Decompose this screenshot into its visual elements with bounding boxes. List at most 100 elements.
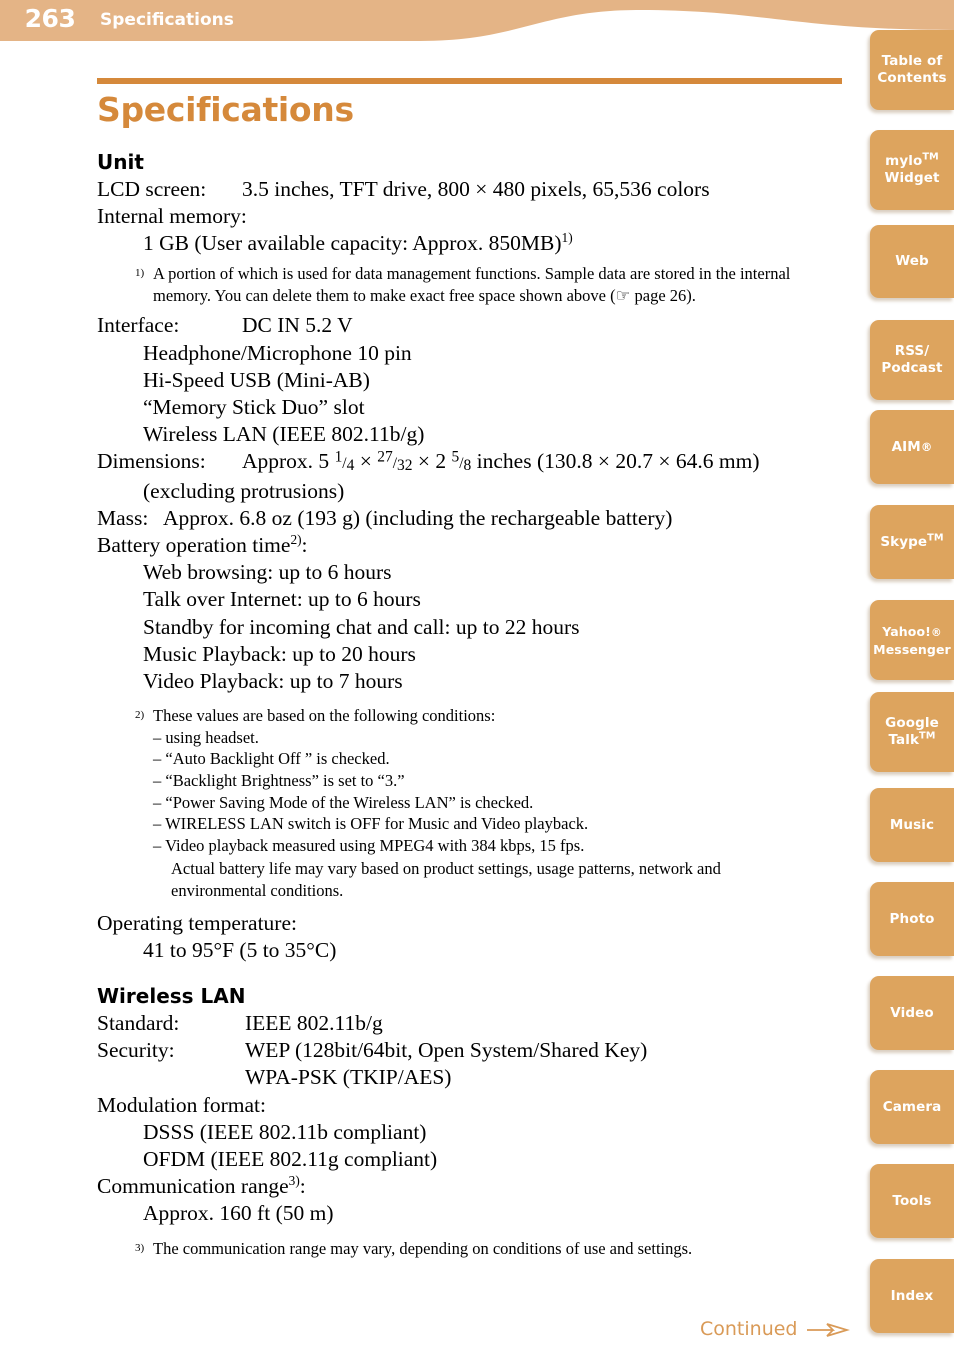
spec-row-lcd-screen: LCD screen: 3.5 inches, TFT drive, 800 × … xyxy=(97,176,842,203)
condition-item: – “Auto Backlight Off ” is checked. xyxy=(153,749,390,769)
tab-label-video: Video xyxy=(890,1004,934,1021)
condition-item: – using headset. xyxy=(153,727,259,747)
spec-label-interface: Interface: xyxy=(97,313,180,338)
spec-value-dimensions: Approx. 5 1/4 × 27/32 × 2 5/8 inches (13… xyxy=(242,449,759,473)
footnote-1-body: A portion of which is used for data mana… xyxy=(135,263,842,306)
interface-item-headphone: Headphone/Microphone 10 pin xyxy=(143,340,412,365)
tab-table-of-contents[interactable]: Table of Contents xyxy=(870,30,954,110)
tab-label-aim: AIM® xyxy=(892,439,933,456)
spec-row-operating-temperature: Operating temperature: xyxy=(97,910,842,937)
tab-line-1: Skype xyxy=(880,533,928,550)
tab-aim[interactable]: AIM® xyxy=(870,410,954,484)
spec-value-lcd-screen: 3.5 inches, TFT drive, 800 × 480 pixels,… xyxy=(242,176,710,201)
footnote-1: 1) A portion of which is used for data m… xyxy=(97,263,842,306)
footnote-3-body: The communication range may vary, depend… xyxy=(153,1238,693,1258)
trademark-icon: TM xyxy=(922,151,939,163)
tab-web[interactable]: Web xyxy=(870,225,954,298)
trademark-icon: TM xyxy=(919,730,936,742)
spec-value-mass: Approx. 6.8 oz (193 g) (including the re… xyxy=(163,505,673,530)
spec-value-standard: IEEE 802.11b/g xyxy=(245,1011,383,1036)
footnote-1-line-1: A portion of which is used for data mana… xyxy=(153,264,695,284)
tab-skype[interactable]: SkypeTM xyxy=(870,505,954,579)
page-content: Specifications Unit LCD screen: 3.5 inche… xyxy=(97,78,842,1265)
tab-line-1: RSS/ xyxy=(894,343,930,359)
tab-video[interactable]: Video xyxy=(870,976,954,1050)
dimensions-note: (excluding protrusions) xyxy=(143,478,345,503)
tab-line-2: Widget xyxy=(884,170,940,186)
commrange-colon: : xyxy=(299,1174,306,1199)
tab-line-2: Podcast xyxy=(881,360,943,376)
page-ref: page 26). xyxy=(630,285,696,305)
spec-value-security-2: WPA-PSK (TKIP/AES) xyxy=(245,1065,452,1090)
battery-item-web-browsing: Web browsing: up to 6 hours xyxy=(143,560,392,585)
running-header: 263 Specifications xyxy=(0,0,954,42)
footnote-2-tail-line-1: Actual battery life may vary based on pr… xyxy=(171,859,721,879)
registered-icon: ® xyxy=(920,439,933,454)
continued-footer: Continued xyxy=(700,1318,850,1340)
spec-label-standard: Standard: xyxy=(97,1011,180,1036)
condition-item: – “Backlight Brightness” is set to “3.” xyxy=(153,771,405,791)
footnote-2-intro: These values are based on the following … xyxy=(153,706,496,726)
footnote-2-marker: 2) xyxy=(135,709,145,722)
section-heading-unit: Unit xyxy=(97,149,144,174)
footnote-3: 3) The communication range may vary, dep… xyxy=(97,1238,842,1260)
fraction-twentyseven-thirtyseconds: 27/32 xyxy=(377,448,413,475)
battery-item-talk-over-internet: Talk over Internet: up to 6 hours xyxy=(143,587,421,612)
footnote-ref-2: 2) xyxy=(290,531,302,547)
condition-item: – Video playback measured using MPEG4 wi… xyxy=(153,835,585,855)
tab-mylo-widget[interactable]: myloTM Widget xyxy=(870,130,954,210)
trademark-icon: TM xyxy=(927,532,944,543)
pointing-hand-icon: ☞ xyxy=(615,285,631,305)
dimensions-suffix: inches (130.8 × 20.7 × 64.6 mm) xyxy=(471,449,760,474)
tab-music[interactable]: Music xyxy=(870,788,954,862)
spec-label-internal-memory: Internal memory: xyxy=(97,203,247,228)
spec-label-dimensions: Dimensions: xyxy=(97,449,206,474)
tab-photo[interactable]: Photo xyxy=(870,882,954,956)
tab-tools[interactable]: Tools xyxy=(870,1164,954,1238)
tab-line-2: Contents xyxy=(877,70,947,86)
spec-row-mass: Mass: Approx. 6.8 oz (193 g) (including t… xyxy=(97,505,842,532)
spec-row-communication-range: Communication range3): xyxy=(97,1173,842,1200)
tab-label-music: Music xyxy=(889,816,935,833)
tab-label-skype: SkypeTM xyxy=(880,532,944,551)
tab-google-talk[interactable]: Google TalkTM xyxy=(870,692,954,772)
tab-camera[interactable]: Camera xyxy=(870,1070,954,1144)
dimensions-prefix: Approx. 5 xyxy=(242,449,335,474)
condition-item: – WIRELESS LAN switch is OFF for Music a… xyxy=(153,814,589,834)
spec-value-internal-memory: 1 GB (User available capacity: Approx. 8… xyxy=(97,230,842,257)
tab-label-web: Web xyxy=(895,253,929,269)
tab-rss-podcast[interactable]: RSS/ Podcast xyxy=(870,320,954,400)
tab-index[interactable]: Index xyxy=(870,1259,954,1333)
tab-line-1: Table of xyxy=(881,53,943,69)
tab-label-google-talk: Google TalkTM xyxy=(885,715,939,749)
tab-label-photo: Photo xyxy=(889,910,935,927)
spec-value-interface: DC IN 5.2 V xyxy=(242,313,353,338)
footnote-3-marker: 3) xyxy=(135,1241,145,1254)
continued-label: Continued xyxy=(700,1318,798,1340)
tab-yahoo-messenger[interactable]: Yahoo!® Messenger xyxy=(870,600,954,680)
tab-label-table-of-contents: Table of Contents xyxy=(877,53,946,87)
tab-label-index: Index xyxy=(890,1287,934,1304)
side-tab-rail: Table of Contents myloTM Widget Web RSS/… xyxy=(865,0,954,1370)
spec-label-communication-range: Communication range xyxy=(97,1174,289,1199)
spec-label-battery-operation-time: Battery operation time xyxy=(97,533,291,558)
modulation-item-ofdm: OFDM (IEEE 802.11g compliant) xyxy=(143,1147,438,1172)
page-number: 263 xyxy=(24,4,76,33)
tab-label-tools: Tools xyxy=(892,1192,932,1209)
footnote-2: 2) These values are based on the followi… xyxy=(97,705,842,901)
spec-row-dimensions: Dimensions: Approx. 5 1/4 × 27/32 × 2 5/8… xyxy=(97,448,842,477)
tab-line-1: AIM xyxy=(891,438,921,455)
interface-item-memory-stick: “Memory Stick Duo” slot xyxy=(143,395,365,420)
spec-row-battery-operation-time: Battery operation time2): xyxy=(97,532,842,559)
spec-row-standard: Standard: IEEE 802.11b/g xyxy=(97,1010,842,1037)
tab-line-2: Talk xyxy=(888,732,920,748)
fraction-one-quarter: 1/4 xyxy=(334,448,355,475)
tab-line-2: Messenger xyxy=(873,641,951,657)
arrow-right-outline-icon xyxy=(806,1323,850,1337)
section-heading-wireless-lan: Wireless LAN xyxy=(97,984,246,1009)
dimensions-times-1: × xyxy=(354,449,378,474)
interface-item-usb: Hi-Speed USB (Mini-AB) xyxy=(143,367,370,392)
footnote-ref-1: 1) xyxy=(561,229,573,245)
tab-label-rss-podcast: RSS/ Podcast xyxy=(881,343,942,377)
tab-line-1: Google xyxy=(885,715,939,731)
